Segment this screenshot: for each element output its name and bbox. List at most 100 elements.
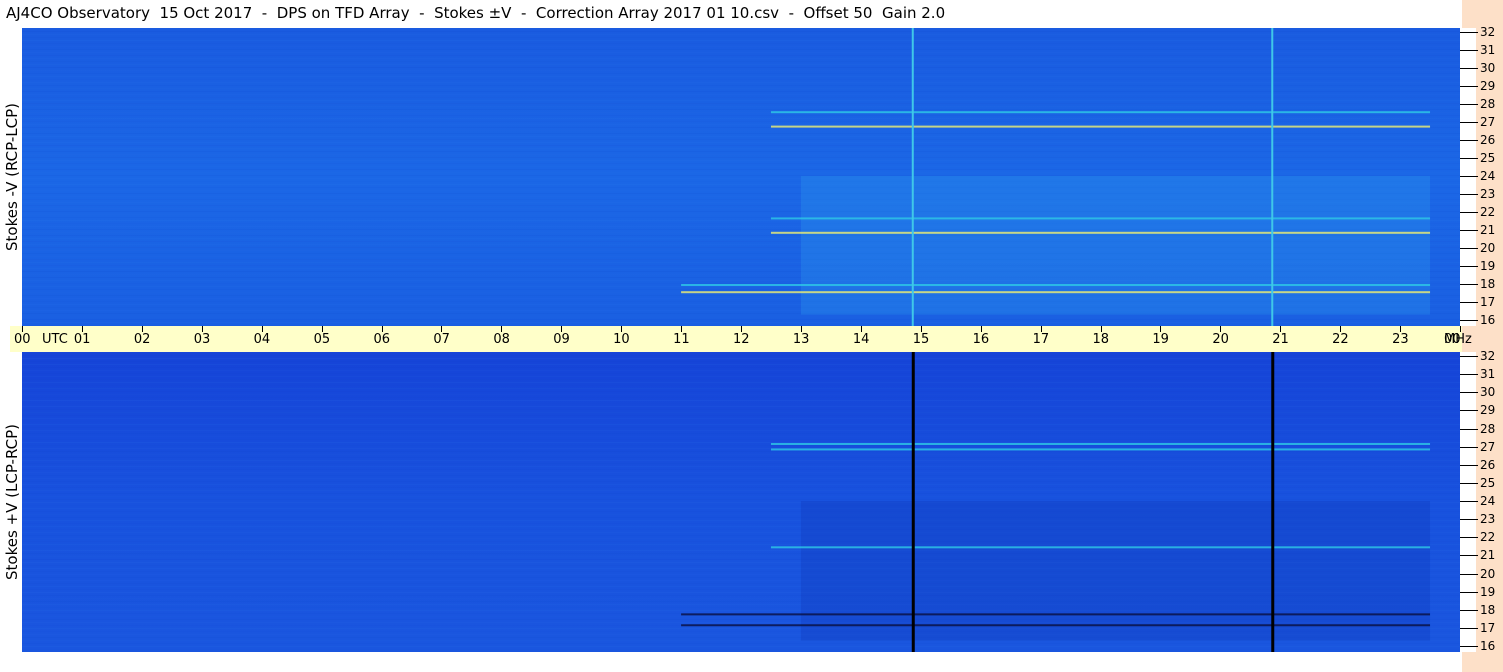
freq-tick-label: 17 — [1480, 295, 1496, 309]
time-tick-label: 00 — [14, 332, 31, 347]
freq-tick-mark — [1460, 537, 1478, 539]
time-tick-label: 04 — [253, 332, 271, 347]
freq-tick-mark — [1460, 464, 1478, 466]
noise-band — [22, 76, 1460, 77]
noise-band — [22, 394, 1460, 395]
noise-band — [22, 442, 1460, 443]
time-tick-label: 08 — [493, 332, 510, 347]
noise-band — [22, 28, 1460, 29]
freq-tick-mark — [1460, 609, 1478, 611]
freq-tick-mark — [1460, 482, 1478, 484]
noise-band — [22, 85, 1460, 86]
noise-band — [22, 100, 1460, 101]
chart-title: AJ4CO Observatory 15 Oct 2017 - DPS on T… — [6, 4, 946, 22]
noise-band — [22, 478, 1460, 479]
noise-band — [22, 370, 1460, 371]
time-tick-label: 23 — [1392, 332, 1409, 347]
time-tick-label: 15 — [912, 332, 930, 347]
freq-tick-mark — [1460, 284, 1478, 285]
noise-band — [22, 439, 1460, 440]
noise-band — [22, 649, 1460, 650]
freq-tick-mark — [1460, 501, 1478, 502]
freq-tick-mark — [1460, 194, 1478, 195]
time-tick-label: 05 — [313, 332, 331, 347]
noise-band — [22, 94, 1460, 95]
freq-tick-label: 18 — [1480, 277, 1496, 291]
noise-band — [22, 151, 1460, 152]
time-tick-label: 21 — [1272, 332, 1289, 347]
freq-tick-mark — [1460, 158, 1478, 159]
noise-band — [22, 451, 1460, 452]
noise-band — [22, 646, 1460, 647]
noise-band — [22, 373, 1460, 374]
freq-tick-label: 29 — [1480, 79, 1496, 93]
noise-band — [22, 31, 1460, 32]
freq-tick-mark — [1460, 212, 1478, 213]
freq-tick-mark — [1460, 68, 1478, 69]
freq-axis-bottom — [1460, 352, 1476, 652]
noise-band — [22, 424, 1460, 425]
freq-tick-label: 19 — [1480, 584, 1496, 599]
noise-band — [22, 37, 1460, 38]
noise-band — [22, 46, 1460, 47]
freq-tick-mark — [1460, 140, 1478, 141]
noise-band — [22, 145, 1460, 146]
noise-band — [22, 97, 1460, 98]
time-tick-label: 11 — [673, 332, 690, 347]
freq-tick-label: 28 — [1480, 97, 1496, 111]
emission-band — [681, 284, 1431, 286]
noise-band — [22, 490, 1460, 491]
noise-band — [22, 382, 1460, 383]
emission-band — [770, 546, 1431, 549]
noise-band — [22, 43, 1460, 44]
noise-band — [22, 493, 1460, 494]
freq-tick-mark — [1460, 446, 1478, 448]
freq-tick-mark — [1460, 646, 1478, 647]
freq-tick-mark — [1460, 176, 1478, 177]
time-tick-label: 12 — [733, 332, 750, 347]
noise-band — [22, 160, 1460, 161]
noise-band — [22, 133, 1460, 134]
noise-band — [22, 319, 1460, 320]
noise-band — [22, 376, 1460, 377]
noise-band — [22, 352, 1460, 353]
freq-tick-mark — [1460, 428, 1478, 430]
noise-band — [22, 106, 1460, 107]
emission-band — [770, 125, 1431, 128]
freq-tick-mark — [1460, 356, 1478, 357]
time-tick-label: 02 — [133, 332, 151, 347]
emission-band — [681, 613, 1431, 616]
noise-band — [22, 91, 1460, 92]
noise-band — [22, 445, 1460, 446]
time-tick-label: 10 — [613, 332, 630, 347]
noise-band — [22, 454, 1460, 455]
vertical-marker-line — [1271, 352, 1275, 652]
noise-band — [22, 67, 1460, 68]
noise-band — [22, 130, 1460, 131]
noise-band — [22, 385, 1460, 386]
freq-tick-mark — [1460, 573, 1478, 575]
time-tick-label: 18 — [1092, 332, 1110, 347]
freq-tick-mark — [1460, 104, 1478, 105]
noise-band — [22, 361, 1460, 362]
noise-band — [22, 496, 1460, 497]
freq-tick-label: 32 — [1480, 349, 1496, 363]
freq-tick-label: 28 — [1480, 421, 1496, 436]
noise-band — [22, 430, 1460, 431]
emission-band — [681, 291, 1431, 294]
freq-tick-label: 30 — [1480, 61, 1496, 75]
vertical-marker-line — [1271, 28, 1274, 326]
freq-tick-label: 23 — [1480, 187, 1496, 201]
freq-tick-mark — [1460, 302, 1478, 303]
noise-band — [22, 463, 1460, 464]
noise-band — [22, 121, 1460, 122]
time-tick-label: UTC — [42, 332, 68, 347]
freq-tick-mark — [1460, 230, 1478, 231]
time-tick-label: 01 — [73, 332, 91, 347]
freq-tick-label: 16 — [1480, 313, 1496, 327]
time-tick-label: 09 — [553, 332, 570, 347]
noise-band — [22, 418, 1460, 419]
time-tick-label: 14 — [852, 332, 870, 347]
freq-tick-mark — [1460, 266, 1478, 267]
noise-band — [22, 172, 1460, 173]
